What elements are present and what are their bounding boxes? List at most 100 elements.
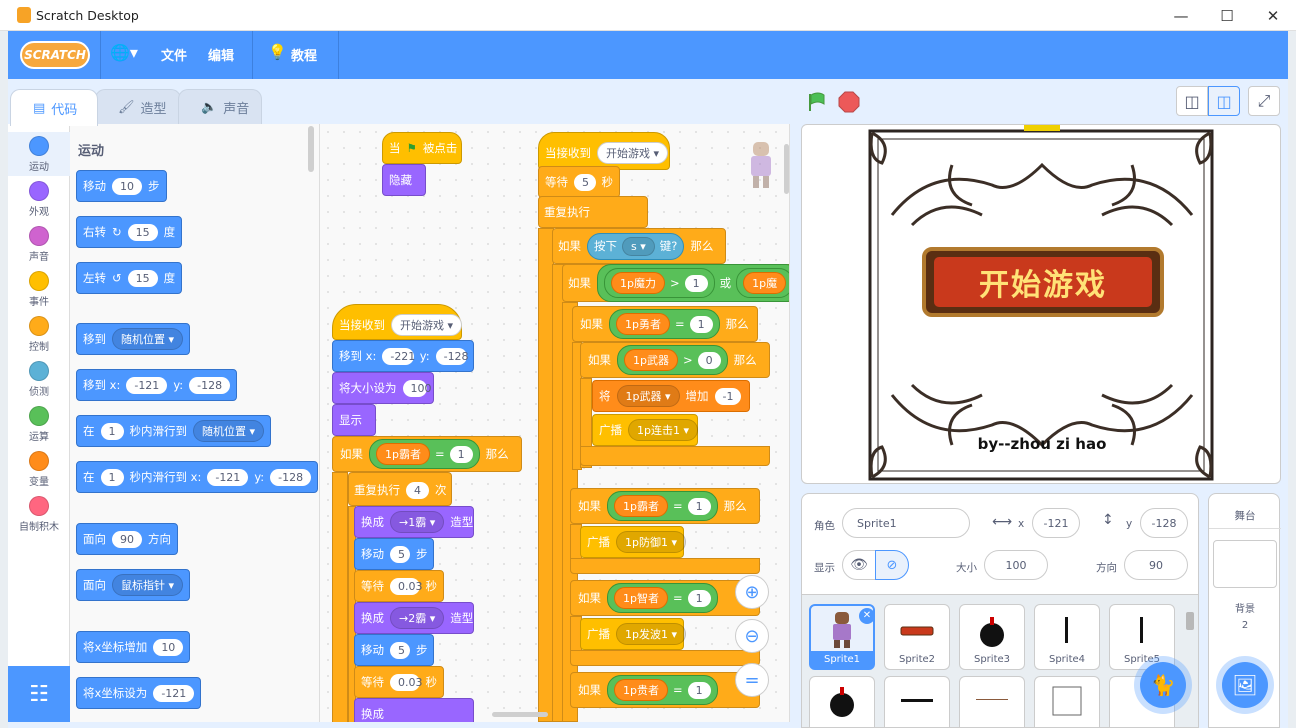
category-5[interactable]: 侦测 <box>8 357 70 401</box>
switch-costume-block[interactable]: 换成 →2霸造型 <box>354 602 474 634</box>
value-input[interactable]: 1 <box>687 589 711 607</box>
maximize-button[interactable]: ☐ <box>1204 0 1250 31</box>
wait-block[interactable]: 等待 0.03 秒 <box>354 666 444 698</box>
wait-block[interactable]: 等待 0.03 秒 <box>354 570 444 602</box>
sprite-thumb-1[interactable]: ✕ Sprite1 <box>809 604 875 670</box>
script-workspace[interactable]: 当⚑被点击 隐藏 当接收到开始游戏 移到 x:-221y:-128 将大小设为1… <box>320 124 790 722</box>
point-towards-block[interactable]: 面向 鼠标指针 <box>76 569 191 601</box>
y-input[interactable]: -128 <box>189 376 231 394</box>
category-4[interactable]: 控制 <box>8 312 70 356</box>
glide-xy-block[interactable]: 在 1 秒内滑行到 x: -121 y: -128 <box>76 461 319 493</box>
sprite-thumb-4[interactable]: Sprite4 <box>1034 604 1100 670</box>
x-set-input[interactable]: -121 <box>153 684 195 702</box>
green-flag-button[interactable] <box>806 91 828 113</box>
equals-operator[interactable]: 1p智者 = 1 <box>607 583 718 613</box>
x-input[interactable]: -121 <box>126 376 168 394</box>
add-sprite-button[interactable]: 🐈 <box>1140 662 1186 708</box>
sprite-name-input[interactable]: Sprite1 <box>842 508 970 538</box>
change-variable-block[interactable]: 将 1p武器增加 -1 <box>592 380 750 412</box>
key-dropdown[interactable]: s <box>622 236 655 256</box>
set-x-block[interactable]: 将x坐标设为 -121 <box>76 677 202 709</box>
message-dropdown[interactable]: 开始游戏 <box>597 142 669 164</box>
category-3[interactable]: 事件 <box>8 267 70 311</box>
seconds-input[interactable]: 5 <box>574 173 596 191</box>
delete-sprite-button[interactable]: ✕ <box>859 608 875 624</box>
equals-operator[interactable]: 1p霸者 = 1 <box>369 439 480 469</box>
hide-block[interactable]: 隐藏 <box>382 164 426 196</box>
category-6[interactable]: 运算 <box>8 402 70 446</box>
x-input[interactable]: -121 <box>207 468 249 486</box>
sprite-thumb-2[interactable]: Sprite2 <box>884 604 950 670</box>
costume-dropdown[interactable]: →2霸 <box>390 607 445 629</box>
workspace-horizontal-scrollbar[interactable] <box>492 712 548 717</box>
size-input[interactable]: 100 <box>984 550 1048 580</box>
goto-target-dropdown[interactable]: 随机位置 <box>112 328 184 350</box>
add-extension-button[interactable]: ☷ <box>8 666 70 722</box>
zoom-in-button[interactable]: ⊕ <box>735 575 769 609</box>
equals-operator[interactable]: 1p贵者 = 1 <box>607 675 718 705</box>
y-input[interactable]: -128 <box>270 468 312 486</box>
key-pressed-sensing[interactable]: 按下 s 键? <box>587 232 685 260</box>
towards-dropdown[interactable]: 鼠标指针 <box>112 574 184 596</box>
sprite-thumb-7[interactable] <box>884 676 950 727</box>
broadcast-block[interactable]: 广播 1p发波1 <box>580 618 687 650</box>
broadcast-dropdown[interactable]: 1p防御1 <box>616 531 687 553</box>
category-2[interactable]: 声音 <box>8 222 70 266</box>
equals-operator[interactable]: 1p勇者 = 1 <box>609 309 720 339</box>
zoom-out-button[interactable]: ⊖ <box>735 619 769 653</box>
when-receive-block[interactable]: 当接收到 开始游戏 <box>538 132 670 170</box>
palette-scrollbar[interactable] <box>308 126 314 172</box>
steps-input[interactable]: 10 <box>112 177 142 195</box>
value-input[interactable]: 1 <box>689 315 713 333</box>
equals-operator[interactable]: 1p霸者 = 1 <box>607 491 718 521</box>
turn-right-block[interactable]: 右转 ↻ 15 度 <box>76 216 183 248</box>
broadcast-dropdown[interactable]: 1p连击1 <box>628 419 699 441</box>
hide-sprite-button[interactable]: ⊘ <box>875 550 909 580</box>
message-dropdown[interactable]: 开始游戏 <box>391 314 463 336</box>
workspace-vertical-scrollbar[interactable] <box>784 144 789 194</box>
steps-input[interactable]: 5 <box>390 641 410 659</box>
move-steps-block[interactable]: 移动 10 步 <box>76 170 167 202</box>
greater-than-operator[interactable]: 1p魔力 >1 <box>604 268 715 298</box>
small-stage-button[interactable]: ◫ <box>1176 86 1208 116</box>
file-menu[interactable]: 文件 <box>161 45 187 64</box>
when-receive-block[interactable]: 当接收到 开始游戏 <box>332 304 463 340</box>
move-steps-block[interactable]: 移动 5 步 <box>354 634 434 666</box>
value-input[interactable]: 1 <box>687 681 711 699</box>
value-input[interactable]: 1 <box>687 497 711 515</box>
y-input[interactable]: -128 <box>435 347 469 365</box>
sprite-thumb-9[interactable] <box>1034 676 1100 727</box>
variable-dropdown[interactable]: 1p武器 <box>616 385 680 407</box>
seconds-input[interactable]: 1 <box>100 422 124 440</box>
change-x-block[interactable]: 将x坐标增加 10 <box>76 631 191 663</box>
switch-costume-block[interactable]: 换成 <box>354 698 474 722</box>
x-change-input[interactable]: 10 <box>153 638 184 656</box>
zoom-reset-button[interactable]: = <box>735 663 769 697</box>
seconds-input[interactable]: 0.03 <box>390 577 423 595</box>
category-7[interactable]: 变量 <box>8 447 70 491</box>
when-flag-clicked-block[interactable]: 当 ⚑ 被点击 <box>382 132 462 164</box>
goto-block[interactable]: 移到 随机位置 <box>76 323 191 355</box>
category-0[interactable]: 运动 <box>8 132 70 176</box>
broadcast-block[interactable]: 广播 1p连击1 <box>592 414 699 446</box>
greater-than-operator[interactable]: 1p武器 >0 <box>617 345 728 375</box>
broadcast-block[interactable]: 广播 1p防御1 <box>580 526 687 558</box>
degrees-input[interactable]: 15 <box>127 223 158 241</box>
turn-left-block[interactable]: 左转 ↺ 15 度 <box>76 262 183 294</box>
switch-costume-block[interactable]: 换成 →1霸造型 <box>354 506 474 538</box>
sprite-thumb-3[interactable]: Sprite3 <box>959 604 1025 670</box>
or-operator[interactable]: 1p魔力 >1 或 1p魔 <box>597 264 789 302</box>
costume-dropdown[interactable]: →1霸 <box>390 511 445 533</box>
close-window-button[interactable]: ✕ <box>1250 0 1296 31</box>
tab-sounds[interactable]: 🔈 声音 <box>178 89 262 125</box>
sprite-thumb-5[interactable]: Sprite5 <box>1109 604 1175 670</box>
size-input[interactable]: 100 <box>402 379 432 397</box>
large-stage-button[interactable]: ◫ <box>1208 86 1240 116</box>
move-steps-block[interactable]: 移动 5 步 <box>354 538 434 570</box>
goto-xy-block[interactable]: 移到 x: -121 y: -128 <box>76 369 238 401</box>
sprite-thumb-6[interactable] <box>809 676 875 727</box>
glide-target-dropdown[interactable]: 随机位置 <box>193 420 265 442</box>
x-input[interactable]: -221 <box>382 347 415 365</box>
value-input[interactable]: -1 <box>714 387 742 405</box>
seconds-input[interactable]: 0.03 <box>390 673 423 691</box>
